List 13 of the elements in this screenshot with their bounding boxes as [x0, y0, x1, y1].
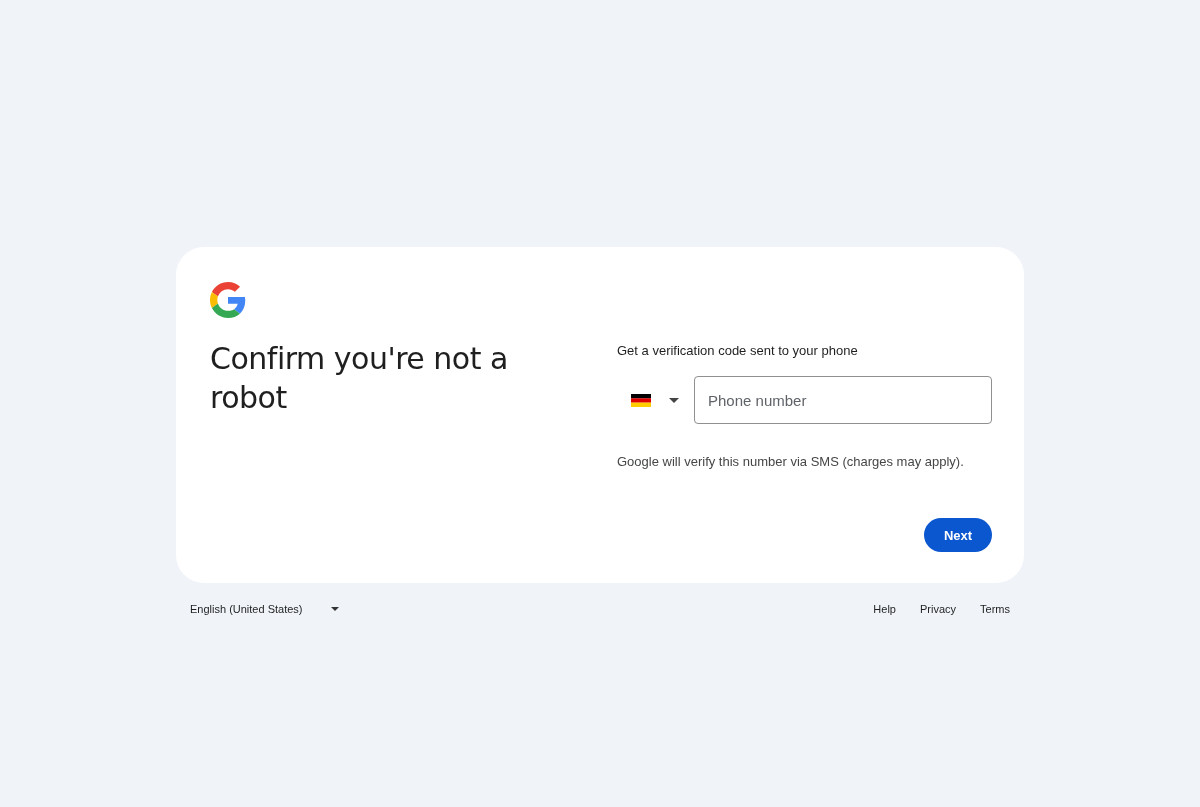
- caret-icon: [669, 397, 679, 403]
- helper-text: Google will verify this number via SMS (charges may apply).: [617, 454, 965, 470]
- caret-icon: [330, 607, 339, 611]
- footer-link[interactable]: Help: [873, 603, 896, 615]
- flag-icon: [631, 393, 651, 407]
- phone-number-field[interactable]: Phone number: [694, 376, 992, 424]
- page-heading: Confirm you're not a robot: [210, 340, 509, 417]
- logo-icon: [210, 282, 246, 318]
- next-button[interactable]: Next: [924, 518, 992, 552]
- language-selector[interactable]: English (United States): [190, 603, 339, 615]
- footer-link[interactable]: Privacy: [920, 603, 957, 615]
- footer-link[interactable]: Terms: [980, 603, 1010, 615]
- prompt-text: Get a verification code sent to your phone: [617, 343, 859, 359]
